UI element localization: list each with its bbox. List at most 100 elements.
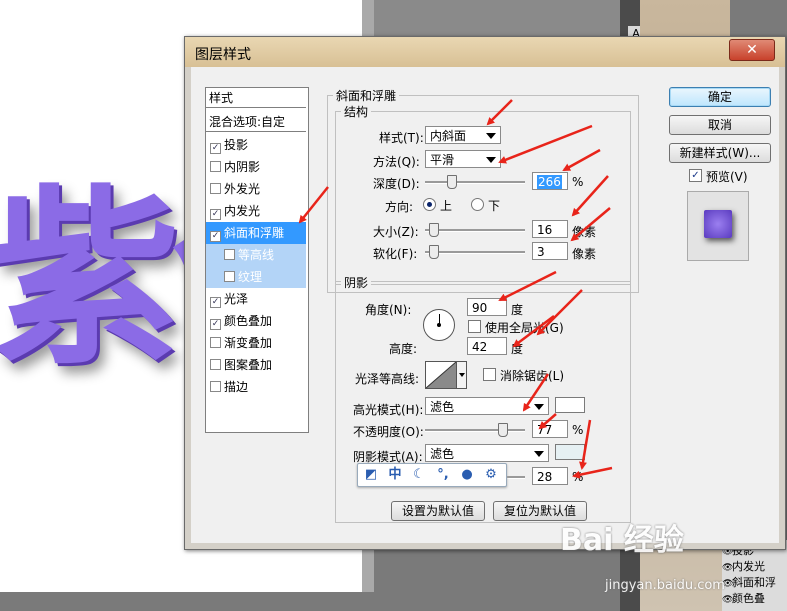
punctuation-icon[interactable]: °, — [434, 466, 452, 484]
blend-options-item[interactable]: 混合选项:自定 — [206, 112, 306, 132]
layer-effect-row[interactable]: 👁颜色叠 — [722, 590, 765, 605]
highlight-color-swatch[interactable] — [555, 397, 585, 413]
angle-unit: 度 — [511, 303, 524, 317]
workspace-background — [374, 0, 620, 40]
style-checkbox[interactable]: ✓ — [210, 231, 221, 242]
style-item[interactable]: ✓ 投影 — [206, 134, 306, 156]
style-item[interactable]: ✓ 斜面和浮雕 — [206, 222, 306, 244]
style-checkbox[interactable] — [210, 381, 221, 392]
highlight-opacity-input[interactable]: 77 — [532, 420, 568, 438]
style-item[interactable]: ✓ 内发光 — [206, 200, 306, 222]
global-light-label: 使用全局光(G) — [485, 321, 564, 335]
style-checkbox[interactable] — [210, 161, 221, 172]
style-item-label: 颜色叠加 — [224, 314, 273, 328]
eye-icon[interactable]: 👁 — [722, 563, 733, 573]
altitude-unit: 度 — [511, 342, 524, 356]
style-label: 样式(T): — [379, 131, 424, 145]
style-item[interactable]: ✓ 颜色叠加 — [206, 310, 306, 332]
depth-slider[interactable] — [425, 175, 525, 189]
gear-icon[interactable]: ⚙ — [482, 466, 500, 484]
style-checkbox[interactable]: ✓ — [210, 297, 221, 308]
style-checkbox[interactable] — [210, 183, 221, 194]
gloss-contour-preview[interactable] — [425, 361, 457, 389]
style-preview-box — [687, 191, 749, 261]
gloss-contour-dropdown[interactable] — [457, 361, 467, 389]
user-icon[interactable]: ● — [458, 466, 476, 484]
style-checkbox[interactable] — [210, 359, 221, 370]
style-item-label: 等高线 — [238, 248, 275, 262]
set-default-button[interactable]: 设置为默认值 — [391, 501, 485, 521]
style-item[interactable]: 内阴影 — [206, 156, 306, 178]
antialias-checkbox[interactable] — [483, 368, 496, 381]
preview-checkbox[interactable]: ✓ — [689, 169, 702, 182]
altitude-label: 高度: — [389, 342, 418, 356]
style-item-label: 渐变叠加 — [224, 336, 273, 350]
style-item[interactable]: 图案叠加 — [206, 354, 306, 376]
style-checkbox[interactable]: ✓ — [210, 209, 221, 220]
highlight-mode-select[interactable]: 滤色 — [425, 397, 549, 415]
ok-button[interactable]: 确定 — [669, 87, 771, 107]
slider-thumb[interactable] — [429, 223, 439, 237]
preview-label: 预览(V) — [706, 170, 748, 184]
contour-curve-icon — [426, 362, 456, 388]
style-checkbox[interactable] — [210, 337, 221, 348]
cancel-button[interactable]: 取消 — [669, 115, 771, 135]
chevron-down-icon — [534, 451, 544, 457]
style-item[interactable]: 等高线 — [206, 244, 306, 266]
style-checkbox[interactable] — [224, 249, 235, 260]
angle-input[interactable]: 90 — [467, 298, 507, 316]
technique-select[interactable]: 平滑 — [425, 150, 501, 168]
size-input[interactable]: 16 — [532, 220, 568, 238]
style-item[interactable]: 渐变叠加 — [206, 332, 306, 354]
layer-effect-row[interactable]: 👁内发光 — [722, 558, 765, 573]
global-light-checkbox[interactable] — [468, 320, 481, 333]
technique-label: 方法(Q): — [373, 155, 420, 169]
style-item-label: 描边 — [224, 380, 249, 394]
styles-header[interactable]: 样式 — [206, 88, 306, 108]
style-item-label: 纹理 — [238, 270, 263, 284]
highlight-opacity-slider[interactable] — [425, 423, 525, 437]
soften-slider[interactable] — [425, 245, 525, 259]
style-item[interactable]: 描边 — [206, 376, 306, 398]
size-unit: 像素 — [572, 225, 597, 239]
slider-thumb[interactable] — [447, 175, 457, 189]
soften-input[interactable]: 3 — [532, 242, 568, 260]
direction-up-radio[interactable] — [423, 198, 436, 211]
new-style-button[interactable]: 新建样式(W)... — [669, 143, 771, 163]
chevron-down-icon — [459, 373, 465, 377]
eye-icon[interactable]: 👁 — [722, 595, 733, 605]
style-checkbox[interactable] — [224, 271, 235, 282]
ime-toolbar: ◩ 中 ☾ °, ● ⚙ — [357, 463, 507, 487]
style-item[interactable]: 外发光 — [206, 178, 306, 200]
bevel-style-select[interactable]: 内斜面 — [425, 126, 501, 144]
depth-unit: % — [572, 175, 584, 189]
shadow-opacity-input[interactable]: 28 — [532, 467, 568, 485]
style-checkbox[interactable]: ✓ — [210, 143, 221, 154]
moon-icon[interactable]: ☾ — [410, 466, 428, 484]
dialog-title: 图层样式 — [195, 47, 251, 63]
ime-logo-icon[interactable]: ◩ — [362, 466, 380, 484]
close-button[interactable]: ✕ — [729, 39, 775, 61]
layer-effect-row[interactable]: 👁斜面和浮 — [722, 574, 776, 589]
antialias-label: 消除锯齿(L) — [500, 369, 565, 383]
slider-thumb[interactable] — [429, 245, 439, 259]
layer-style-dialog: 图层样式 ✕ 样式 混合选项:自定 ✓ 投影 内阴影 外发光 ✓ 内发光 ✓ 斜面和浮雕等高线… — [184, 36, 786, 550]
shadow-color-swatch[interactable] — [555, 444, 585, 460]
styles-list: 样式 混合选项:自定 ✓ 投影 内阴影 外发光 ✓ 内发光 ✓ 斜面和浮雕 等高线 纹理 ✓ 光泽 ✓ 颜… — [205, 87, 309, 433]
altitude-input[interactable]: 42 — [467, 337, 507, 355]
style-item[interactable]: 纹理 — [206, 266, 306, 288]
watermark-url: jingyan.baidu.com — [605, 578, 725, 593]
direction-down-radio[interactable] — [471, 198, 484, 211]
preview-swatch — [704, 210, 732, 238]
angle-dial[interactable] — [423, 309, 455, 341]
slider-thumb[interactable] — [498, 423, 508, 437]
style-checkbox[interactable]: ✓ — [210, 319, 221, 330]
direction-label: 方向: — [385, 200, 414, 214]
shading-title: 阴影 — [341, 274, 372, 291]
shadow-mode-select[interactable]: 滤色 — [425, 444, 549, 462]
depth-input[interactable]: 266 — [532, 172, 568, 190]
size-slider[interactable] — [425, 223, 525, 237]
style-item[interactable]: ✓ 光泽 — [206, 288, 306, 310]
chinese-mode-icon[interactable]: 中 — [386, 466, 404, 484]
dialog-titlebar[interactable]: 图层样式 ✕ — [185, 37, 785, 67]
